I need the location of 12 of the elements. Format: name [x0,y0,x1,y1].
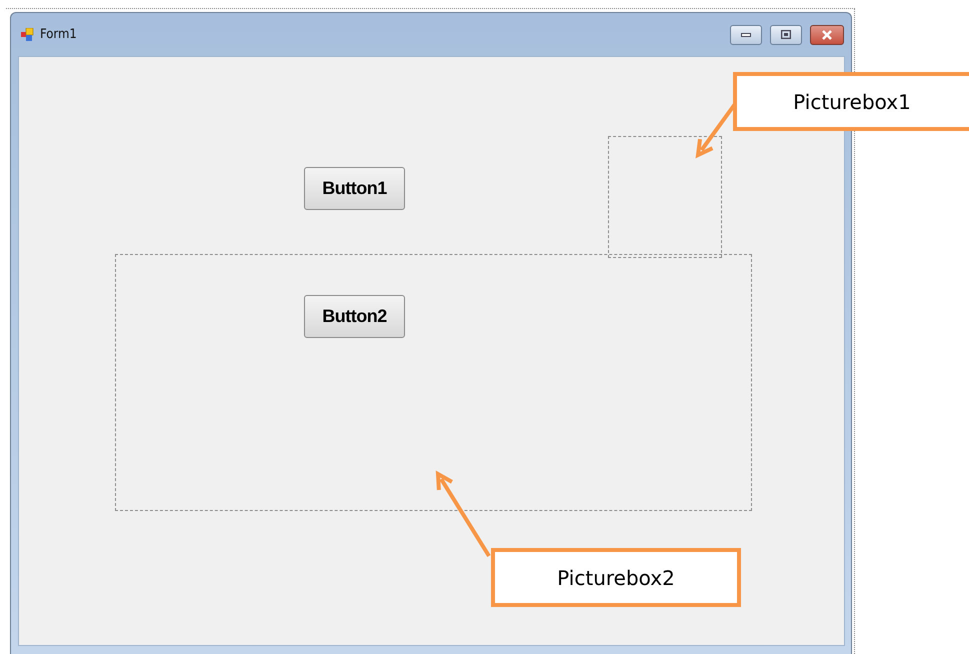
minimize-button[interactable] [730,24,762,44]
maximize-button[interactable] [770,24,802,44]
form-button[interactable]: Button2 [304,295,405,338]
close-button[interactable] [810,24,844,44]
form-button[interactable]: Button1 [304,167,405,210]
maximize-icon [781,30,791,39]
minimize-icon [741,32,751,36]
window-title: Form1 [40,27,78,42]
callout-label: Picturebox2 [557,566,675,590]
app-icon [21,28,34,41]
callout-label: Picturebox1 [793,90,911,114]
close-icon [821,30,833,40]
